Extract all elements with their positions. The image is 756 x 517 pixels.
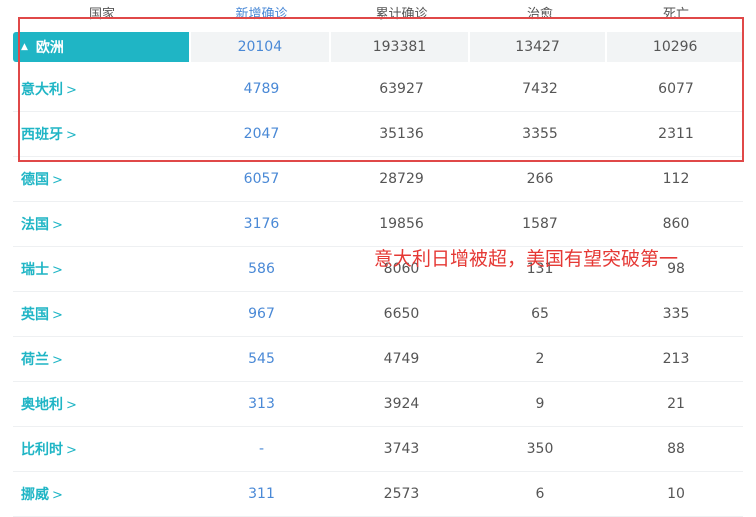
cell-new-confirmed: 4789 [243,81,280,97]
country-name: 德国 [21,172,49,188]
chevron-right-icon: > [52,353,63,368]
cell-recovered: 266 [526,171,554,187]
cell-recovered: 9 [535,396,545,412]
country-link[interactable]: 挪威 > [13,484,191,504]
country-name: 意大利 [21,82,63,98]
table-row[interactable]: 奥地利 >313 3924 9 21 [13,382,743,427]
cell-deaths: 860 [662,216,690,232]
region-toggle[interactable]: ▲ 欧洲 [13,32,189,62]
chevron-right-icon: > [52,173,63,188]
cell-new-confirmed: 545 [248,351,275,367]
country-name: 挪威 [21,487,49,503]
cell-recovered: 65 [531,306,549,322]
country-table-body: 意大利 >4789 63927 7432 6077 西班牙 >2047 35136 3355 23… [13,67,743,517]
country-name: 西班牙 [21,127,63,143]
header-new-confirmed[interactable]: 新增确诊 [191,8,332,22]
cell-total-confirmed: 4749 [383,351,420,367]
country-link[interactable]: 法国 > [13,214,191,234]
cell-new-confirmed: - [258,441,265,457]
cell-total-confirmed: 6650 [383,306,420,322]
cell-recovered: 2 [535,351,545,367]
cell-total-confirmed: 28729 [379,171,424,187]
table-header: 国家 新增确诊 累计确诊 治愈 死亡 [13,0,743,28]
cell-deaths: 88 [667,441,685,457]
cell-recovered: 6 [535,486,545,502]
cell-deaths: 213 [662,351,690,367]
cell-total-confirmed: 19856 [379,216,424,232]
table-row[interactable]: 西班牙 >2047 35136 3355 2311 [13,112,743,157]
table-row[interactable]: 德国 >6057 28729 266 112 [13,157,743,202]
chevron-right-icon: > [66,83,77,98]
country-name: 瑞士 [21,262,49,278]
chevron-right-icon: > [66,443,77,458]
country-link[interactable]: 意大利 > [13,79,191,99]
annotation-text: 意大利日增被超，美国有望突破第一 [374,248,679,270]
country-name: 奥地利 [21,397,63,413]
region-name: 欧洲 [35,40,64,56]
summary-total-confirmed: 193381 [331,32,468,62]
cell-recovered: 1587 [522,216,558,232]
summary-deaths: 10296 [607,32,744,62]
chevron-right-icon: > [52,308,63,323]
region-summary-row[interactable]: ▲ 欧洲 20104 193381 13427 10296 [13,32,744,62]
cell-deaths: 2311 [658,126,694,142]
chevron-right-icon: > [66,398,77,413]
country-link[interactable]: 奥地利 > [13,394,191,414]
cell-deaths: 21 [667,396,685,412]
country-name: 比利时 [21,442,63,458]
header-country: 国家 [88,7,115,22]
cell-total-confirmed: 35136 [379,126,424,142]
cell-total-confirmed: 2573 [383,486,420,502]
cell-new-confirmed: 2047 [243,126,280,142]
cell-deaths: 6077 [658,81,694,97]
country-name: 荷兰 [21,352,49,368]
country-link[interactable]: 荷兰 > [13,349,191,369]
cell-new-confirmed: 311 [248,486,275,502]
table-row[interactable]: 挪威 >311 2573 6 10 [13,472,743,517]
country-name: 法国 [21,217,49,233]
cell-new-confirmed: 313 [248,396,275,412]
chevron-right-icon: > [52,263,63,278]
summary-new-confirmed: 20104 [190,32,330,62]
caret-up-icon: ▲ [21,42,28,52]
cell-deaths: 335 [662,306,690,322]
country-link[interactable]: 西班牙 > [13,124,191,144]
cell-new-confirmed: 3176 [243,216,280,232]
cell-total-confirmed: 3924 [383,396,420,412]
cell-new-confirmed: 586 [248,261,275,277]
cell-new-confirmed: 6057 [243,171,280,187]
header-recovered[interactable]: 治愈 [471,8,609,22]
cell-new-confirmed: 967 [248,306,275,322]
chevron-right-icon: > [52,488,63,503]
table-row[interactable]: 法国 >3176 19856 1587 860 [13,202,743,247]
cell-total-confirmed: 63927 [379,81,424,97]
country-link[interactable]: 瑞士 > [13,259,191,279]
chevron-right-icon: > [52,218,63,233]
cell-recovered: 350 [526,441,554,457]
country-name: 英国 [21,307,49,323]
country-link[interactable]: 德国 > [13,169,191,189]
table-row[interactable]: 意大利 >4789 63927 7432 6077 [13,67,743,112]
table-row[interactable]: 荷兰 >545 4749 2 213 [13,337,743,382]
country-link[interactable]: 比利时 > [13,439,191,459]
header-deaths[interactable]: 死亡 [609,8,743,22]
cell-recovered: 7432 [522,81,558,97]
header-total-confirmed[interactable]: 累计确诊 [332,8,471,22]
chevron-right-icon: > [66,128,77,143]
summary-recovered: 13427 [469,32,606,62]
cell-recovered: 3355 [522,126,558,142]
table-row[interactable]: 英国 >967 6650 65 335 [13,292,743,337]
table-row[interactable]: 比利时 > - 3743 350 88 [13,427,743,472]
country-link[interactable]: 英国 > [13,304,191,324]
cell-total-confirmed: 3743 [383,441,420,457]
cell-deaths: 10 [667,486,685,502]
cell-deaths: 112 [662,171,690,187]
